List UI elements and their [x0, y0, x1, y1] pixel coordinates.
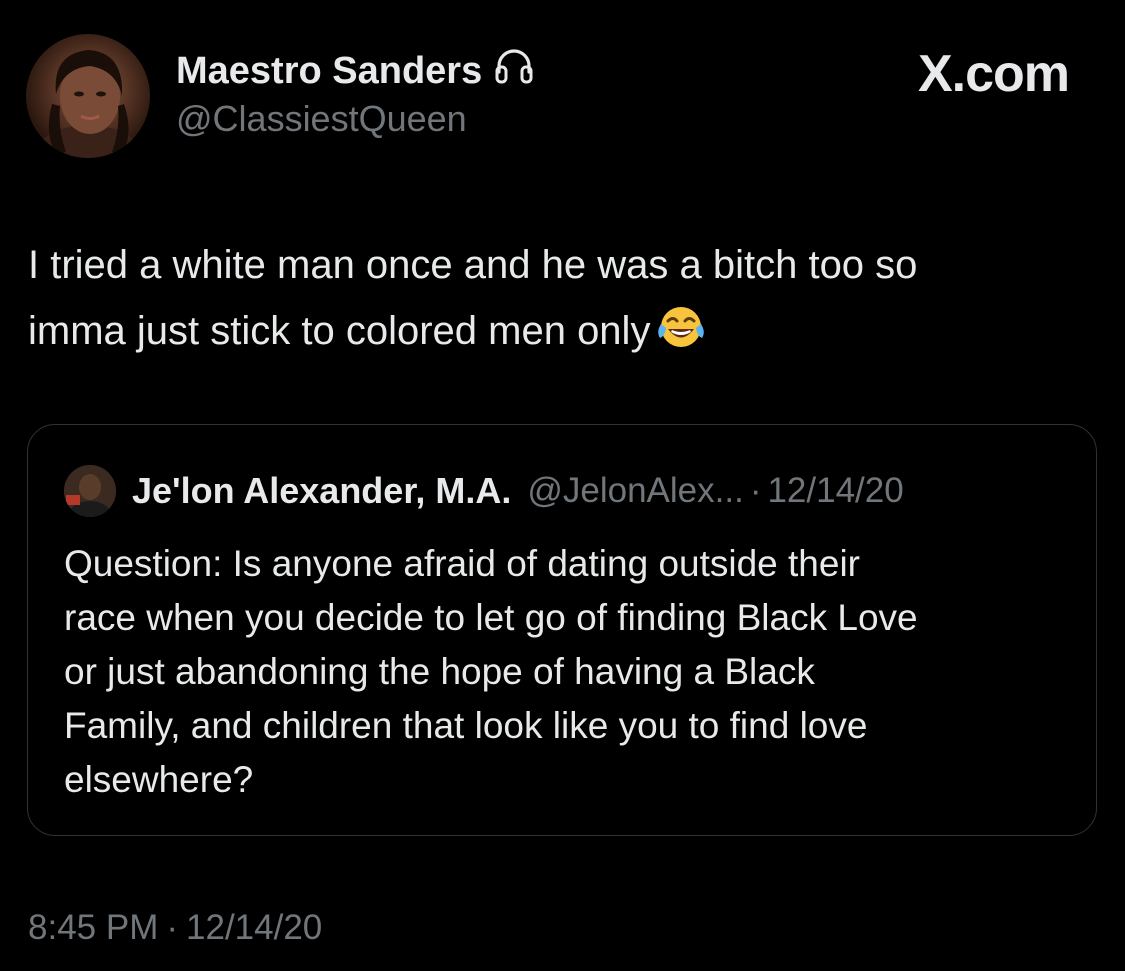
quoted-tweet-text: Question: Is anyone afraid of dating out…: [64, 537, 1074, 807]
quoted-author-handle[interactable]: @JelonAlex...: [527, 471, 743, 511]
quoted-tweet-date[interactable]: 12/14/20: [767, 471, 903, 511]
author-handle[interactable]: @ClassiestQueen: [176, 98, 467, 140]
avatar-image: [32, 50, 144, 158]
tweet-line: I tried a white man once and he was a bi…: [28, 243, 918, 287]
quoted-author-avatar[interactable]: [64, 465, 116, 517]
site-watermark: X.com: [917, 45, 1070, 103]
headphones-icon: [494, 48, 534, 94]
author-avatar[interactable]: [26, 34, 150, 158]
tweet-time: 8:45 PM: [28, 908, 159, 947]
author-display-name[interactable]: Maestro Sanders: [176, 50, 482, 93]
quoted-tweet-line: Question: Is anyone afraid of dating out…: [64, 543, 861, 584]
timestamp-separator: ·: [166, 908, 179, 947]
quoted-author-name[interactable]: Je'lon Alexander, M.A.: [132, 470, 511, 512]
quoted-tweet-line: race when you decide to let go of findin…: [64, 597, 918, 638]
quoted-avatar-image: [64, 465, 116, 517]
quoted-tweet-line: elsewhere?: [64, 759, 254, 800]
quoted-tweet-line: Family, and children that look like you …: [64, 705, 868, 746]
tweet-line-with-emoji: imma just stick to colored men only: [28, 298, 1108, 370]
quoted-tweet-line: or just abandoning the hope of having a …: [64, 651, 815, 692]
tweet-timestamp[interactable]: 8:45 PM · 12/14/20: [28, 908, 322, 948]
face-with-tears-of-joy-icon: [656, 304, 706, 370]
tweet-text: I tried a white man once and he was a bi…: [28, 232, 1108, 370]
quoted-separator: ·: [749, 471, 762, 510]
author-name-row[interactable]: Maestro Sanders: [176, 48, 534, 94]
tweet-date: 12/14/20: [186, 908, 323, 947]
quoted-tweet-header: Je'lon Alexander, M.A. @JelonAlex... · 1…: [64, 465, 904, 517]
quoted-tweet-card[interactable]: Je'lon Alexander, M.A. @JelonAlex... · 1…: [27, 424, 1097, 836]
tweet-line: imma just stick to colored men only: [28, 309, 651, 353]
